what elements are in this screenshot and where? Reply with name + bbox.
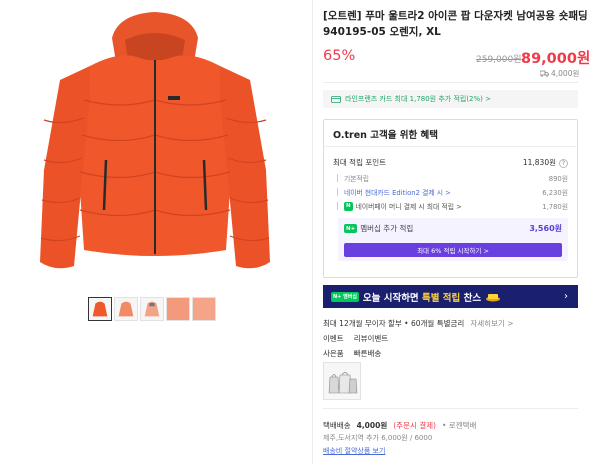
- help-icon[interactable]: ?: [559, 159, 568, 168]
- tree-line: [337, 202, 338, 210]
- installment-row: 최대 12개월 무이자 할부 • 60개월 특별금리 자세히보기 >: [323, 318, 514, 329]
- card-icon: [331, 95, 341, 103]
- shipping-extra: 제주,도서지역 추가 6,000원 / 6000: [323, 434, 433, 442]
- thumbnail-3[interactable]: [140, 297, 164, 321]
- sale-price: 89,000원: [521, 51, 591, 67]
- hyundai-card-label-wrap: 네이버 현대카드 Edition2 결제 시 >: [337, 187, 451, 197]
- basic-points-label: 기본적립: [344, 175, 370, 183]
- thumbnail-2[interactable]: [114, 297, 138, 321]
- npay-label: 네이버페이 머니 결제 시 최대 적립 >: [355, 203, 462, 211]
- gift-row: 사은품 빠른배송: [323, 348, 381, 359]
- event-row: 이벤트 리뷰이벤트: [323, 333, 388, 344]
- max-points-value-wrap: 11,830원?: [523, 157, 568, 168]
- hyundai-card-value: 6,230원: [542, 189, 568, 197]
- gift-value: 빠른배송: [353, 349, 382, 358]
- column-divider: [312, 0, 313, 464]
- banner-text-highlight: 특별 적립: [421, 292, 461, 304]
- divider: [323, 408, 578, 409]
- hyundai-card-label: 네이버 현대카드 Edition2 결제 시 >: [344, 189, 451, 197]
- chevron-right-icon: ›: [564, 291, 568, 302]
- event-value[interactable]: 리뷰이벤트: [354, 334, 389, 343]
- tree-line: [337, 188, 338, 196]
- promo-banner[interactable]: N+ 멤버십 오늘 시작하면 특별 적립 찬스 ›: [323, 285, 578, 308]
- gift-bags-icon: [328, 372, 358, 394]
- divider: [323, 146, 578, 147]
- max-points-row: 최대 적립 포인트 11,830원?: [333, 157, 568, 168]
- membership-label-wrap: N+ 멤버십 추가 적립: [344, 223, 413, 234]
- max-points-label: 최대 적립 포인트: [333, 158, 387, 167]
- installment-text: 최대 12개월 무이자 할부 • 60개월 특별금리: [323, 319, 465, 328]
- jacket-thumb-icon: [118, 301, 134, 317]
- naver-pay-icon: N: [344, 201, 353, 211]
- gift-icon: [486, 293, 501, 301]
- gift-label: 사은품: [323, 349, 344, 358]
- shipping-label: 택배배송: [323, 421, 351, 430]
- discount-rate: 65%: [323, 48, 356, 64]
- membership-value: 3,560원: [529, 224, 562, 233]
- tree-line: [337, 174, 338, 182]
- basic-points-row: 기본적립 890원: [337, 173, 568, 183]
- installment-more-link[interactable]: 자세히보기 >: [470, 319, 513, 328]
- divider: [323, 82, 578, 83]
- banner-text: 오늘 시작하면 특별 적립 찬스: [363, 290, 481, 304]
- banner-text-suffix: 찬스: [460, 292, 482, 304]
- max-points-value: 11,830원: [522, 158, 556, 167]
- membership-start-button[interactable]: 최대 6% 적립 시작하기 >: [344, 243, 562, 257]
- card-benefit-row[interactable]: 라인프렌즈 카드 최대 1,780원 추가 적립(2%) >: [323, 90, 578, 108]
- event-label: 이벤트: [323, 334, 344, 343]
- product-title: [오트렌] 푸마 울트라2 아이콘 팝 다운자켓 남여공용 숏패딩 940195…: [323, 10, 588, 38]
- jacket-illustration: [40, 12, 270, 269]
- basic-points-label-wrap: 기본적립: [337, 173, 369, 183]
- basic-points-value: 890원: [548, 175, 568, 183]
- thumbnail-strip: [88, 297, 216, 321]
- shipping-note: (주문시 결제): [393, 421, 436, 430]
- jacket-thumb-icon: [144, 301, 160, 317]
- naver-plus-membership-badge: N+ 멤버십: [331, 291, 359, 302]
- membership-label: 멤버십 추가 적립: [360, 224, 414, 233]
- gift-image[interactable]: [323, 362, 361, 400]
- original-price: 259,000원: [476, 55, 522, 65]
- jacket-thumb-icon: [92, 301, 108, 317]
- npay-value: 1,780원: [542, 203, 568, 211]
- delivery-fee-text: 4,000원: [551, 69, 580, 78]
- card-benefit-text: 라인프렌즈 카드 최대 1,780원 추가 적립(2%) >: [345, 95, 491, 103]
- shipping-saving-link[interactable]: 배송비 절약상품 보기: [323, 446, 385, 456]
- product-main-image[interactable]: [0, 0, 312, 292]
- shipping-courier: • 로젠택배: [441, 421, 477, 430]
- delivery-fee-mini: 4,000원: [540, 68, 579, 79]
- benefit-title: O.tren 고객을 위한 혜택: [333, 130, 439, 141]
- banner-text-prefix: 오늘 시작하면: [362, 292, 422, 304]
- jacket-thumb-icon: [167, 298, 189, 320]
- shipping-row: 택배배송 4,000원 (주문시 결제) • 로젠택배: [323, 420, 476, 431]
- membership-row: N+ 멤버십 추가 적립 3,560원: [344, 223, 562, 234]
- thumbnail-4[interactable]: [166, 297, 190, 321]
- naver-plus-icon: N+: [344, 224, 358, 233]
- hyundai-card-row[interactable]: 네이버 현대카드 Edition2 결제 시 > 6,230원: [337, 187, 568, 197]
- jacket-thumb-icon: [193, 298, 215, 320]
- shipping-price: 4,000원: [356, 421, 388, 430]
- npay-row[interactable]: N 네이버페이 머니 결제 시 최대 적립 > 1,780원: [337, 201, 568, 211]
- npay-label-wrap: N 네이버페이 머니 결제 시 최대 적립 >: [337, 201, 462, 211]
- thumbnail-5[interactable]: [192, 297, 216, 321]
- truck-icon: [540, 70, 549, 77]
- thumbnail-1[interactable]: [88, 297, 112, 321]
